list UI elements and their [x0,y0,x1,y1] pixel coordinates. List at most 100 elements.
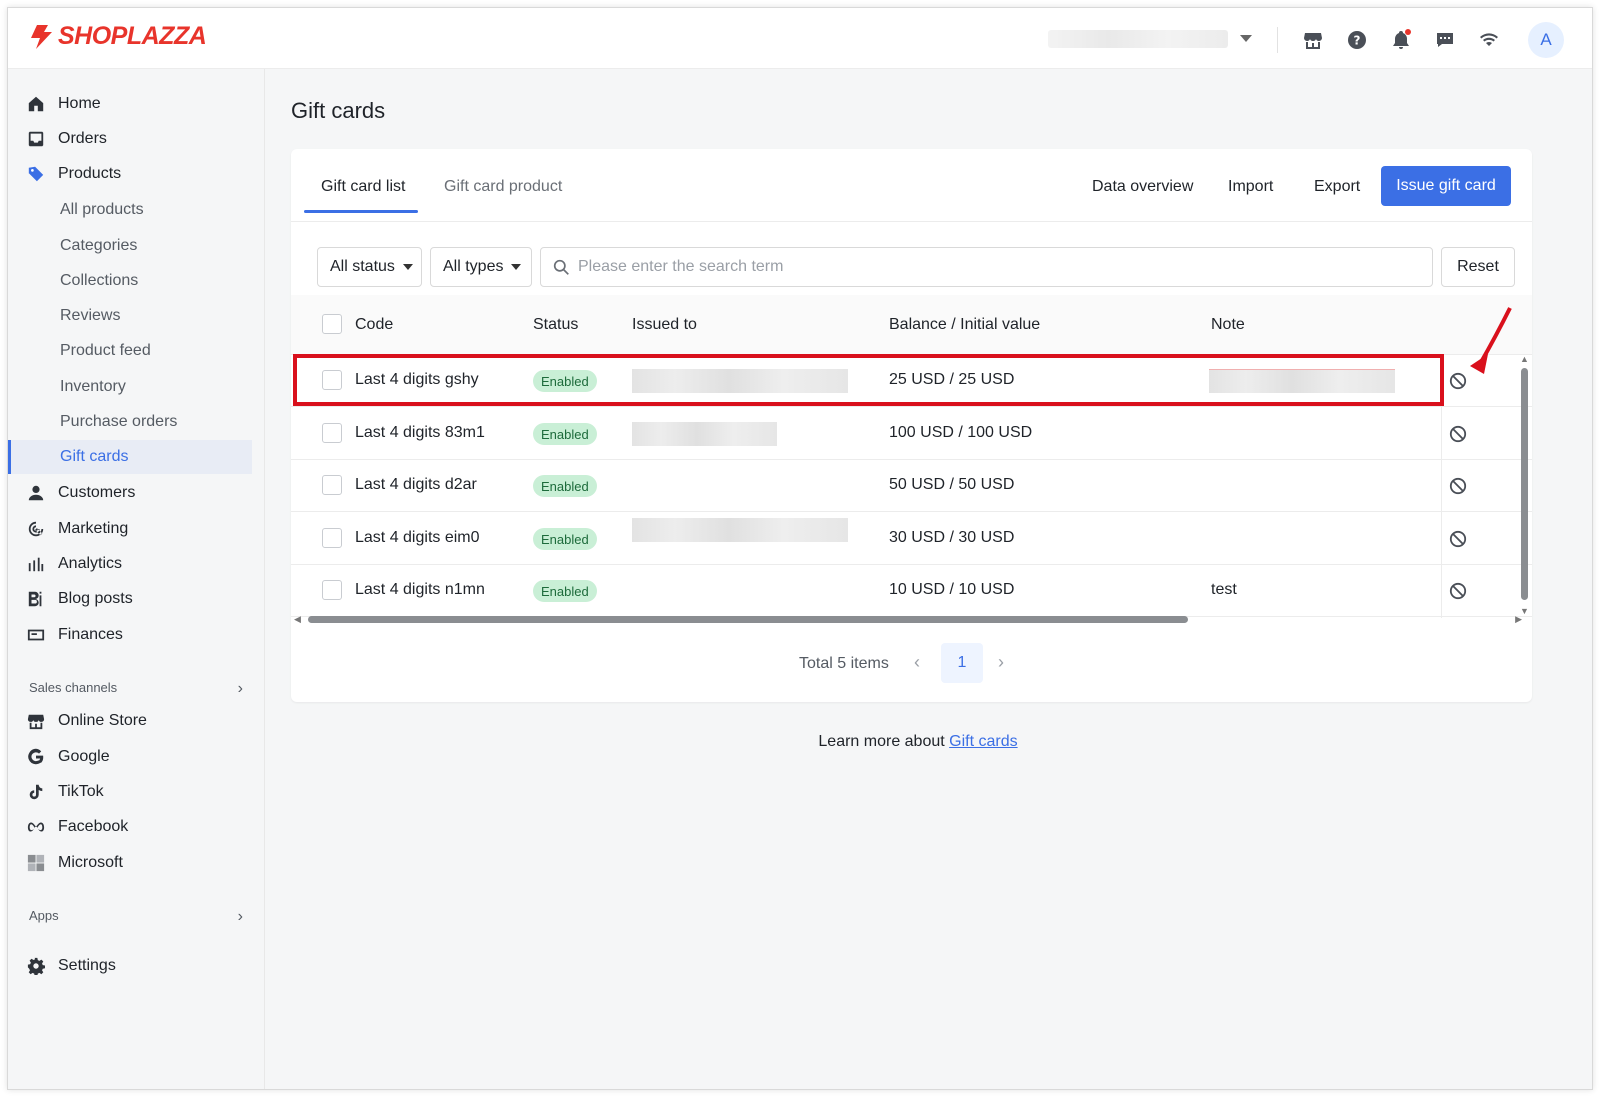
status-badge: Enabled [533,580,597,602]
sidebar-item-tiktok[interactable]: TikTok [26,775,256,809]
logo-text: SHOPLAZZA [58,22,207,50]
highlight-box [293,354,1444,406]
status-badge: Enabled [533,423,597,445]
reset-button[interactable]: Reset [1441,247,1515,287]
row-checkbox[interactable] [322,423,342,443]
sidebar-item-home[interactable]: Home [26,87,256,121]
sidebar-item-settings[interactable]: Settings [26,949,256,983]
select-all-checkbox[interactable] [322,314,342,334]
caret-down-icon [402,264,413,270]
sidebar-item-blog-posts[interactable]: Blog posts [26,582,256,616]
chevron-left-icon[interactable]: ‹ [914,652,920,673]
sidebar-item-label: Analytics [58,555,123,572]
chat-icon[interactable] [1432,25,1458,55]
row-checkbox[interactable] [322,528,342,548]
scroll-left-icon[interactable]: ◀ [294,614,301,625]
sidebar-item-label: Products [58,165,122,182]
tab-gift-card-product[interactable]: Gift card product [444,178,562,196]
disable-icon[interactable] [1449,477,1467,495]
sidebar-item-reviews[interactable]: Reviews [60,299,120,333]
balance-cell: 10 USD / 10 USD [889,581,1015,598]
bell-icon[interactable] [1388,25,1414,55]
import-button[interactable]: Import [1228,178,1273,196]
code-cell: Last 4 digits eim0 [355,529,480,546]
search-input[interactable] [578,258,1418,276]
shoplazza-logo[interactable]: SHOPLAZZA [28,22,207,51]
scrollbar-thumb[interactable] [308,616,1188,623]
sidebar-item-label: Online Store [58,712,147,729]
table-row[interactable]: Last 4 digits 83m1 Enabled 100 USD / 100… [291,408,1532,460]
scroll-up-icon[interactable]: ▲ [1520,354,1529,364]
sidebar-item-inventory[interactable]: Inventory [60,370,126,404]
sidebar-item-label: Blog posts [58,590,133,607]
section-label: Apps [29,908,59,923]
code-cell: Last 4 digits n1mn [355,581,485,598]
home-icon [26,94,46,114]
sidebar-item-collections[interactable]: Collections [60,264,138,298]
sidebar-item-analytics[interactable]: Analytics [26,547,256,581]
gift-cards-link[interactable]: Gift cards [949,733,1017,750]
disable-icon[interactable] [1449,372,1467,390]
sidebar-item-gift-cards[interactable]: Gift cards [60,440,128,474]
scroll-down-icon[interactable]: ▼ [1520,606,1529,616]
sidebar-item-orders[interactable]: Orders [26,122,256,156]
sidebar-item-microsoft[interactable]: Microsoft [26,846,256,880]
balance-cell: 50 USD / 50 USD [889,476,1015,493]
avatar[interactable]: A [1528,22,1564,58]
sidebar-item-categories[interactable]: Categories [60,229,137,263]
export-button[interactable]: Export [1314,178,1360,196]
bar-chart-icon [26,554,46,574]
sidebar-item-label: Settings [58,957,116,974]
table-row[interactable]: Last 4 digits eim0 Enabled 30 USD / 30 U… [291,513,1532,565]
sidebar-item-finances[interactable]: Finances [26,618,256,652]
sidebar-item-label: Home [58,95,101,112]
status-badge: Enabled [533,475,597,497]
vertical-scrollbar[interactable]: ▲ ▼ [1520,354,1529,616]
store-icon [26,711,46,731]
sales-channels-section[interactable]: Sales channels › [29,680,243,698]
scrollbar-thumb[interactable] [1521,368,1528,600]
disable-icon[interactable] [1449,582,1467,600]
chevron-right-icon: › [237,908,243,925]
chevron-right-icon[interactable]: › [998,652,1004,673]
code-cell: Last 4 digits d2ar [355,476,477,493]
status-filter[interactable]: All status [317,247,422,287]
row-checkbox[interactable] [322,580,342,600]
table-row[interactable]: Last 4 digits d2ar Enabled 50 USD / 50 U… [291,460,1532,512]
sidebar-item-purchase-orders[interactable]: Purchase orders [60,405,177,439]
type-filter-value: All types [443,258,504,275]
sidebar-item-product-feed[interactable]: Product feed [60,334,151,368]
gear-icon [26,956,46,976]
issue-gift-card-button[interactable]: Issue gift card [1381,166,1511,206]
balance-cell: 100 USD / 100 USD [889,424,1033,441]
column-header-status: Status [533,316,579,333]
sidebar-item-all-products[interactable]: All products [60,193,144,227]
issued-to-redacted [632,422,777,446]
sidebar-item-marketing[interactable]: Marketing [26,512,256,546]
microsoft-icon [26,853,46,873]
data-overview-button[interactable]: Data overview [1092,178,1193,196]
apps-section[interactable]: Apps › [29,908,243,926]
table-row[interactable]: Last 4 digits n1mn Enabled 10 USD / 10 U… [291,565,1532,617]
store-icon[interactable] [1300,25,1326,55]
row-checkbox[interactable] [322,475,342,495]
learn-more-text: Learn more about [818,733,950,750]
horizontal-scrollbar[interactable]: ◀ ▶ [294,614,1522,624]
meta-icon [26,817,46,837]
sidebar-item-label: TikTok [58,783,104,800]
search-field[interactable] [540,247,1433,287]
column-header-note: Note [1211,316,1245,333]
wifi-icon[interactable] [1476,25,1502,55]
sidebar-item-facebook[interactable]: Facebook [26,810,256,844]
type-filter[interactable]: All types [430,247,532,287]
disable-icon[interactable] [1449,425,1467,443]
sidebar-item-products[interactable]: Products [26,157,256,191]
sidebar-item-customers[interactable]: Customers [26,476,256,510]
active-tab-indicator [304,210,418,213]
tab-gift-card-list[interactable]: Gift card list [321,178,405,196]
page-number-button[interactable]: 1 [941,643,983,683]
disable-icon[interactable] [1449,530,1467,548]
help-icon[interactable]: ? [1344,25,1370,55]
store-selector[interactable] [1048,25,1258,53]
blog-icon [26,589,46,609]
